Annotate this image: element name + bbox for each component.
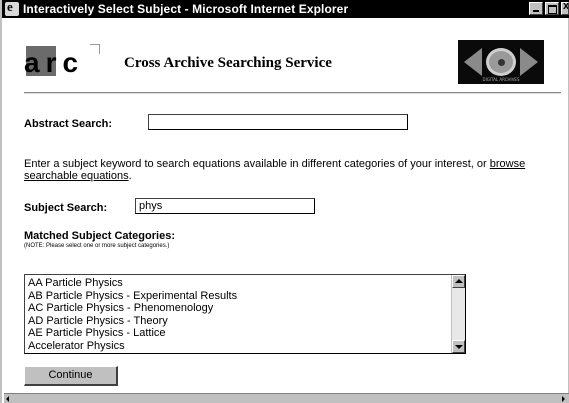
minimize-icon[interactable]	[529, 2, 543, 15]
page-header: arc Cross Archive Searching Service DIGI…	[4, 18, 567, 92]
emblem-disc-icon	[486, 48, 516, 76]
list-item[interactable]: AA Particle Physics	[28, 277, 465, 290]
scroll-down-icon[interactable]	[452, 340, 465, 353]
list-item[interactable]: AE Particle Physics - Lattice	[28, 327, 465, 340]
instructions-lead: Enter a subject keyword to search equati…	[24, 158, 490, 170]
horizontal-scrollbar[interactable]	[4, 393, 569, 403]
categories-note: (NOTE: Please select one or more subject…	[24, 243, 170, 249]
arc-logo: arc	[24, 47, 85, 78]
page-title: Cross Archive Searching Service	[124, 55, 332, 71]
list-item[interactable]: AB Particle Physics - Experimental Resul…	[28, 290, 465, 303]
list-item[interactable]: AD Particle Physics - Theory	[28, 315, 465, 328]
window-controls	[529, 2, 569, 15]
browser-window: Interactively Select Subject - Microsoft…	[0, 0, 569, 403]
abstract-search-label: Abstract Search:	[24, 118, 113, 130]
list-item[interactable]: AC Particle Physics - Phenomenology	[28, 302, 465, 315]
close-icon[interactable]	[561, 2, 569, 15]
scroll-left-icon[interactable]	[6, 396, 9, 402]
emblem-left-arrow	[464, 48, 482, 76]
continue-button[interactable]: Continue	[24, 366, 118, 386]
subject-search-label: Subject Search:	[24, 202, 108, 214]
window-title: Interactively Select Subject - Microsoft…	[23, 2, 349, 16]
title-bar: Interactively Select Subject - Microsoft…	[2, 0, 569, 18]
instructions-end: .	[128, 170, 132, 182]
instructions-text: Enter a subject keyword to search equati…	[24, 158, 544, 182]
emblem-caption: DIGITAL ARCHIVES	[482, 77, 520, 82]
subject-search-input[interactable]	[135, 198, 315, 214]
digital-archives-emblem: DIGITAL ARCHIVES	[458, 40, 544, 84]
emblem-right-arrow	[520, 48, 538, 76]
scroll-right-icon[interactable]	[562, 396, 565, 402]
maximize-icon[interactable]	[545, 2, 559, 15]
arc-logo-corner	[90, 44, 100, 54]
list-item[interactable]: Accelerator Physics	[28, 340, 465, 353]
abstract-search-input[interactable]	[148, 114, 408, 130]
header-divider	[24, 92, 561, 94]
subject-categories-listbox[interactable]: AA Particle Physics AB Particle Physics …	[24, 274, 466, 354]
category-list: AA Particle Physics AB Particle Physics …	[25, 275, 465, 353]
scroll-up-icon[interactable]	[452, 275, 465, 288]
categories-heading: Matched Subject Categories:	[24, 230, 175, 242]
listbox-scrollbar[interactable]	[451, 275, 465, 353]
internet-explorer-icon	[5, 0, 19, 16]
